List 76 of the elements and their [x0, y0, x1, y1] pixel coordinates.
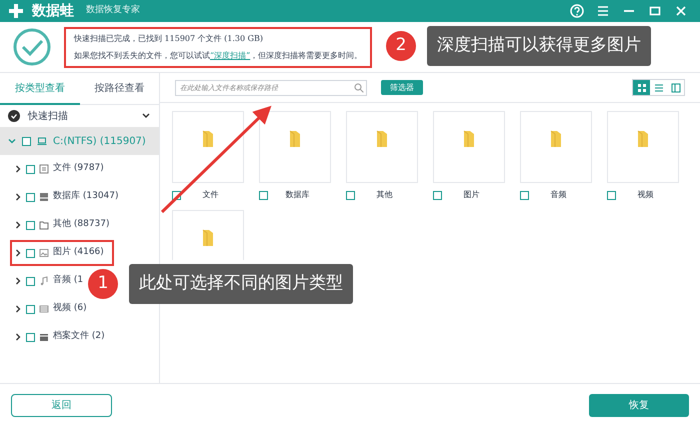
step-number-badge: 2: [386, 30, 416, 61]
checkbox-icon[interactable]: [26, 164, 35, 174]
chevron-right-icon: [14, 305, 22, 313]
folder-icon: [463, 130, 475, 148]
chevron-right-icon: [14, 165, 22, 173]
drive-icon: [37, 136, 47, 146]
list-view-icon: [652, 82, 664, 94]
category-label[interactable]: 图片 (4166): [53, 246, 104, 260]
scan-mode-label: 快速扫描: [28, 110, 69, 124]
category-label[interactable]: 数据库 (13047): [53, 190, 119, 204]
chevron-right-icon: [14, 193, 22, 201]
checkbox-icon[interactable]: [26, 192, 35, 202]
close-icon[interactable]: [674, 4, 688, 18]
folder-label: 文件: [202, 189, 220, 201]
category-label[interactable]: 文件 (9787): [53, 162, 104, 176]
checkbox-icon[interactable]: [259, 190, 268, 200]
menu-icon[interactable]: [596, 4, 610, 18]
app-subtitle: 数据恢复专家: [86, 4, 140, 18]
maximize-icon[interactable]: [648, 4, 662, 18]
folder-label: 数据库: [284, 189, 310, 201]
grid-view-button[interactable]: [633, 80, 650, 95]
folder-icon: [202, 130, 214, 148]
folder-label: 音频: [550, 189, 568, 201]
folder-icon: [289, 130, 301, 148]
folder-icon: [550, 130, 562, 148]
folder-icon: [637, 130, 649, 148]
checkbox-icon[interactable]: [26, 248, 35, 258]
chevron-down-icon: [8, 137, 16, 145]
app-logo-icon: [8, 3, 24, 19]
folder-card[interactable]: [259, 111, 331, 183]
checkbox-icon[interactable]: [26, 332, 35, 342]
annotation-tooltip: 此处可选择不同的图片类型: [129, 264, 353, 304]
scan-hint-text: 如果您找不到丢失的文件，您可以试试“深度扫描”，但深度扫描将需要更多时间。: [74, 50, 362, 62]
view-tab[interactable]: 按类型查看: [0, 73, 80, 105]
checkbox-icon[interactable]: [520, 190, 529, 200]
folder-label: 其他: [376, 189, 394, 201]
folder-icon: [39, 220, 49, 230]
app-name: 数据蛙: [32, 2, 74, 20]
view-tab[interactable]: 按路径查看: [80, 73, 159, 105]
folder-label: 图片: [462, 189, 480, 201]
scan-result-text: 快速扫描已完成，已找到 115907 个文件 (1.30 GB): [74, 32, 264, 44]
category-label[interactable]: 档案文件 (2): [53, 330, 105, 344]
check-icon: [8, 110, 20, 122]
checkmark-circle-icon: [12, 27, 52, 67]
video-icon: [39, 304, 49, 314]
file-icon: [39, 164, 49, 174]
step-number-badge: 1: [88, 268, 118, 299]
archive-icon: [39, 332, 49, 342]
drive-label: C:(NTFS) (115907): [53, 134, 146, 148]
checkbox-icon[interactable]: [26, 220, 35, 230]
checkbox-icon[interactable]: [26, 304, 35, 314]
detail-view-icon: [670, 82, 682, 94]
chevron-right-icon: [14, 249, 22, 257]
category-label[interactable]: 其他 (88737): [53, 218, 110, 232]
annotation-tooltip: 深度扫描可以获得更多图片: [427, 26, 651, 66]
folder-icon: [202, 229, 214, 247]
checkbox-icon[interactable]: [26, 276, 35, 286]
chevron-right-icon: [14, 277, 22, 285]
checkbox-icon[interactable]: [346, 190, 355, 200]
search-icon: [354, 82, 364, 92]
image-icon: [39, 248, 49, 258]
checkbox-icon[interactable]: [607, 190, 616, 200]
chevron-right-icon: [14, 221, 22, 229]
category-label[interactable]: 视频 (6): [53, 302, 87, 316]
help-icon[interactable]: [570, 4, 584, 18]
database-icon: [39, 192, 49, 202]
checkbox-icon[interactable]: [22, 136, 31, 146]
folder-label: 视频: [636, 189, 654, 201]
folder-icon: [376, 130, 388, 148]
category-label[interactable]: 音频 (1: [53, 274, 84, 288]
grid-view-icon: [636, 82, 648, 94]
deep-scan-link[interactable]: “深度扫描”: [210, 50, 250, 60]
checkbox-icon[interactable]: [433, 190, 442, 200]
chevron-right-icon: [14, 333, 22, 341]
folder-card[interactable]: [172, 111, 244, 183]
audio-icon: [39, 276, 49, 286]
